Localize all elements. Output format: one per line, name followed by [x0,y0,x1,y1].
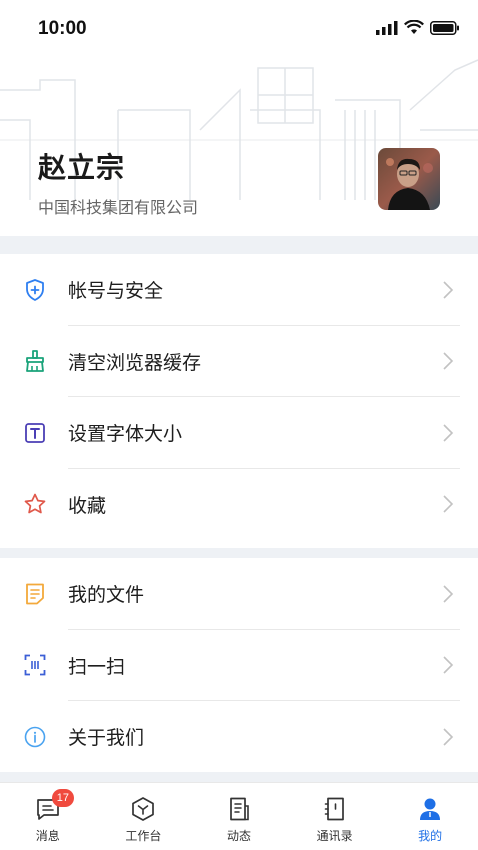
menu-item-clear-cache[interactable]: 清空浏览器缓存 [0,326,478,397]
avatar-image [378,148,440,210]
chevron-right-icon [443,281,454,299]
tab-feed[interactable]: 动态 [191,783,287,850]
tab-workbench[interactable]: 工作台 [96,783,192,850]
info-icon [22,724,48,750]
status-icons [376,20,460,35]
text-size-icon [22,420,48,446]
profile-company: 中国科技集团有限公司 [38,198,199,217]
tab-messages[interactable]: 17 消息 [0,783,96,850]
chevron-right-icon [443,728,454,746]
menu-item-label: 扫一扫 [68,655,126,678]
workbench-icon [129,795,157,823]
menu-item-label: 关于我们 [68,727,145,750]
signal-icon [376,20,398,35]
chevron-right-icon [443,656,454,674]
menu-group-tools: 我的文件 扫一扫 关于我们 [0,558,478,772]
wifi-icon [404,20,424,34]
feed-icon [225,795,253,823]
tab-label: 通讯录 [316,829,353,843]
status-time: 10:00 [38,18,87,39]
profile-header: 10:00 赵立宗 中国科技集团有限公司 [0,0,478,236]
shield-plus-icon [22,277,48,303]
document-icon [22,581,48,607]
avatar[interactable] [378,148,440,210]
menu-group-account: 帐号与安全 清空浏览器缓存 设置字体大小 收藏 [0,254,478,548]
chevron-right-icon [443,352,454,370]
menu-item-label: 收藏 [68,494,107,517]
chevron-right-icon [443,495,454,513]
chevron-right-icon [443,424,454,442]
menu-item-about-us[interactable]: 关于我们 [0,701,478,773]
menu-item-label: 帐号与安全 [68,280,164,303]
chevron-right-icon [443,585,454,603]
menu-item-label: 清空浏览器缓存 [68,351,202,374]
tab-bar: 17 消息 工作台 动态 通讯录 我的 [0,782,478,850]
menu-item-account-security[interactable]: 帐号与安全 [0,254,478,326]
menu-item-my-files[interactable]: 我的文件 [0,558,478,630]
tab-contacts[interactable]: 通讯录 [287,783,383,850]
person-icon [416,795,444,823]
status-bar: 10:00 [0,0,478,60]
tab-me[interactable]: 我的 [382,783,478,850]
menu-item-label: 我的文件 [68,584,145,607]
tab-label: 工作台 [125,829,162,843]
tab-label: 动态 [226,829,251,843]
contacts-icon [321,795,349,823]
scan-icon [22,652,48,678]
message-icon: 17 [34,789,75,823]
tab-label: 我的 [418,829,443,843]
battery-icon [430,20,459,35]
broom-icon [22,348,48,374]
tab-label: 消息 [35,829,60,843]
menu-item-font-size[interactable]: 设置字体大小 [0,397,478,469]
menu-item-scan[interactable]: 扫一扫 [0,630,478,701]
star-icon [22,491,48,517]
unread-badge: 17 [51,789,75,807]
profile-name: 赵立宗 [38,151,126,184]
menu-item-label: 设置字体大小 [68,423,183,446]
menu-item-favorites[interactable]: 收藏 [0,469,478,541]
